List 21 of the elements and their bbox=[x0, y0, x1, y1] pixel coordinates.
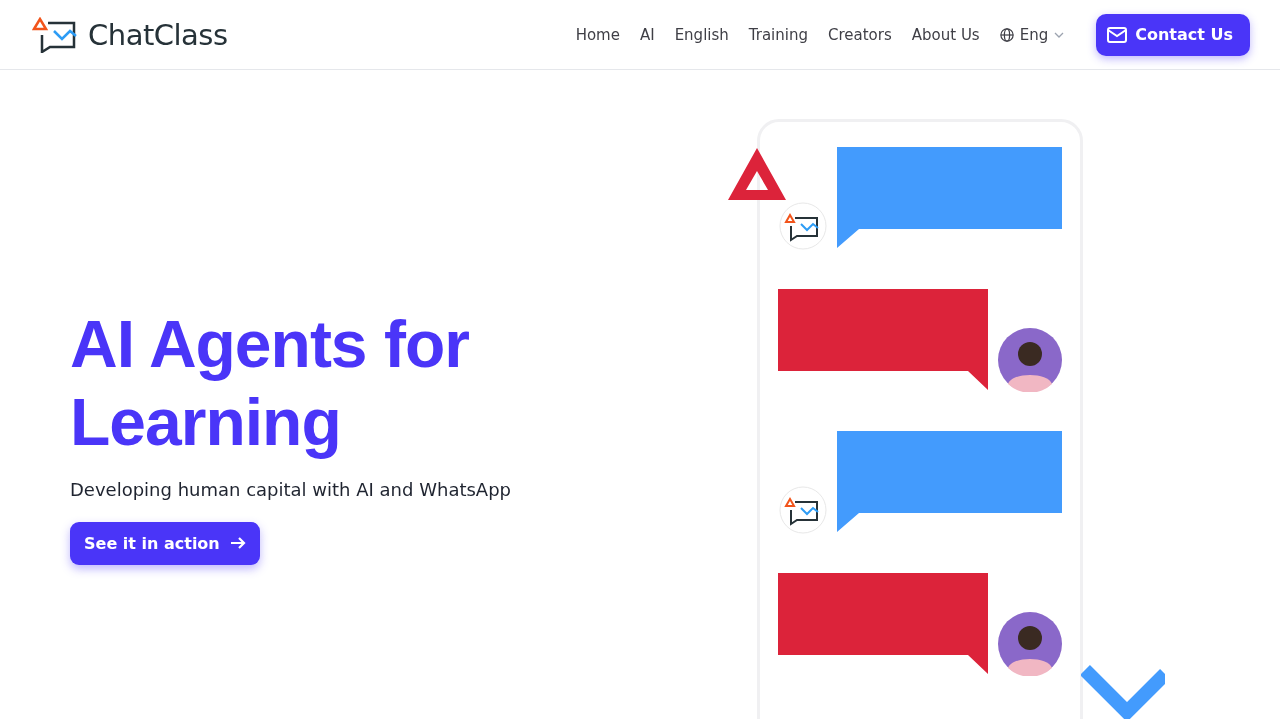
cta-button[interactable]: See it in action bbox=[70, 521, 260, 565]
nav-link[interactable]: AI bbox=[639, 25, 655, 44]
mail-icon bbox=[1107, 26, 1128, 43]
person-avatar-icon bbox=[998, 328, 1062, 392]
hero-title: AI Agents for Learning bbox=[70, 305, 470, 461]
globe-icon bbox=[999, 27, 1014, 42]
logo-text: ChatClass bbox=[88, 17, 228, 52]
chevron-icon bbox=[1081, 664, 1165, 719]
bot-avatar-icon bbox=[779, 486, 827, 534]
nav-link[interactable]: About Us bbox=[911, 25, 980, 44]
nav-link[interactable]: Home bbox=[575, 25, 620, 44]
language-selector[interactable]: Eng bbox=[999, 25, 1065, 44]
arrow-right-icon bbox=[229, 536, 246, 550]
hero-subtitle: Developing human capital with AI and WhatsApp bbox=[70, 478, 512, 500]
person-avatar-icon bbox=[998, 612, 1062, 676]
bot-avatar-icon bbox=[779, 202, 827, 250]
nav-link[interactable]: Training bbox=[748, 25, 808, 44]
contact-button[interactable]: Contact Us bbox=[1096, 13, 1250, 56]
chevron-down-icon bbox=[1054, 31, 1065, 38]
nav-link[interactable]: English bbox=[674, 25, 729, 44]
nav-link[interactable]: Creators bbox=[828, 25, 892, 44]
